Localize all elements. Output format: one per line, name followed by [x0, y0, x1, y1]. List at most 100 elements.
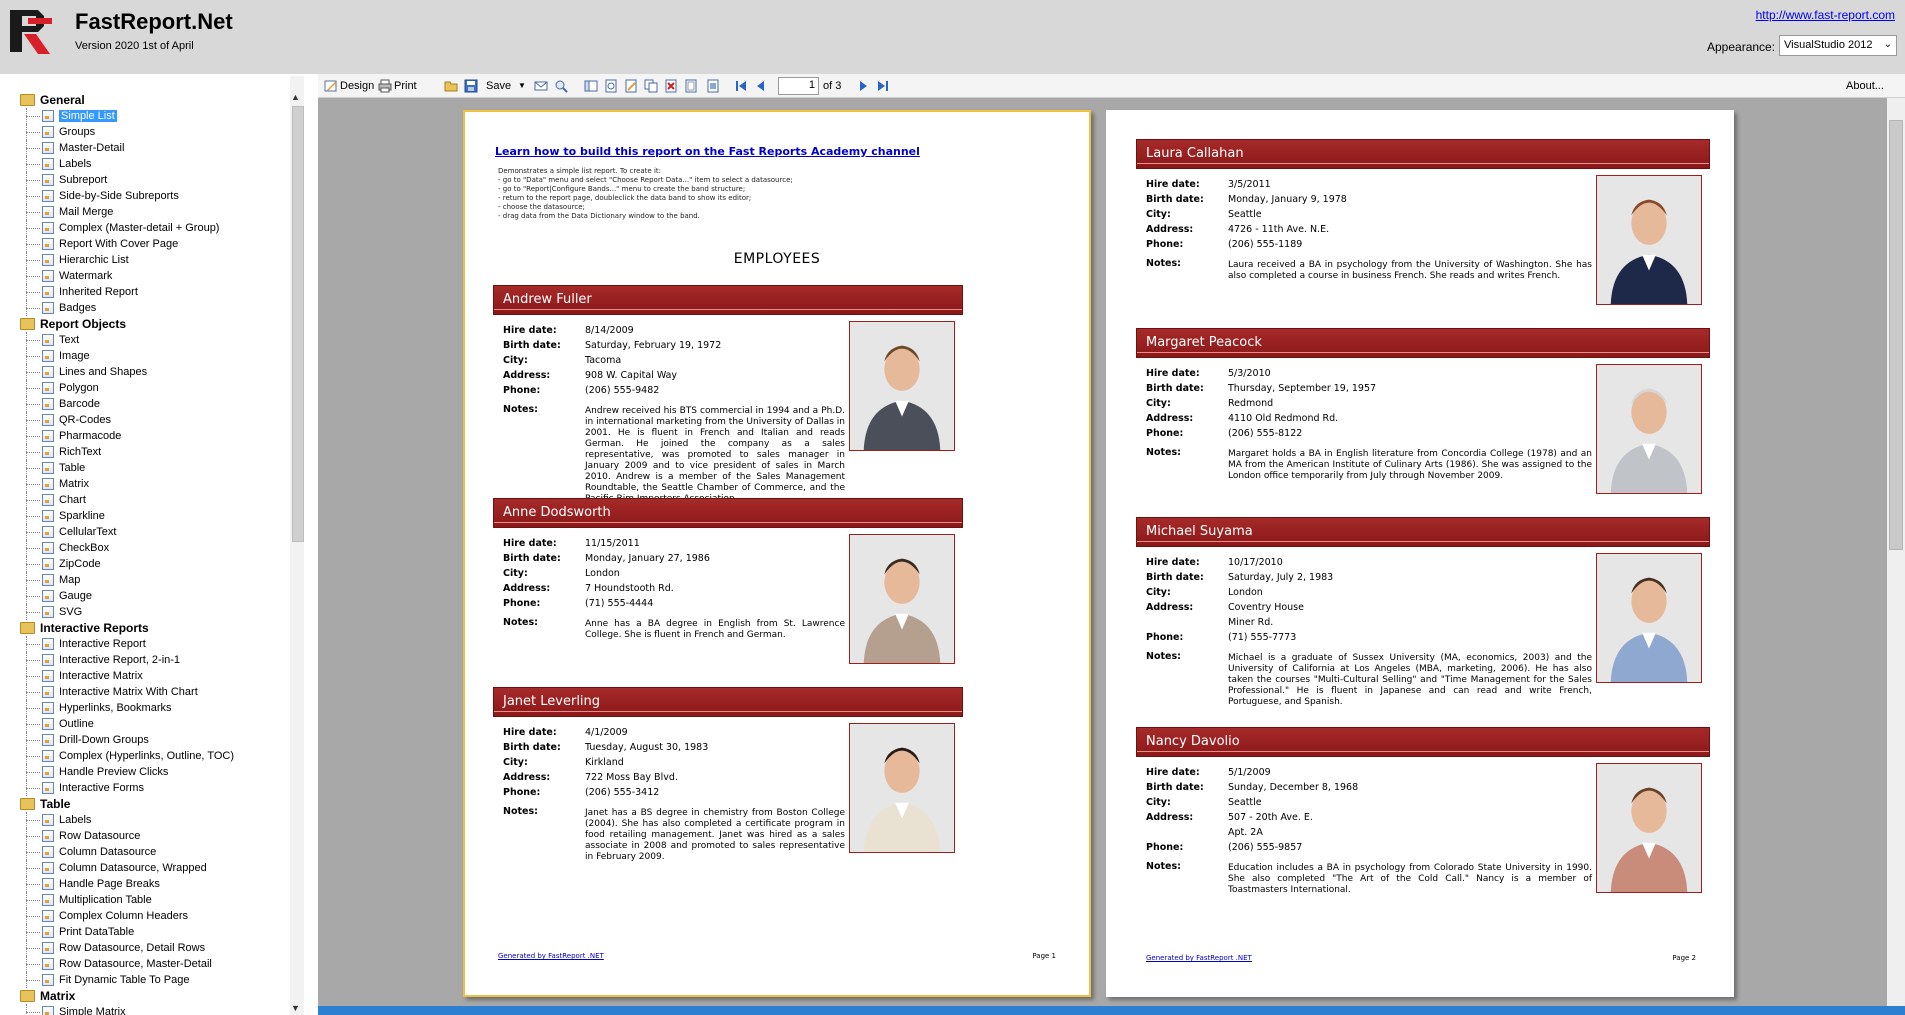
- tree-item[interactable]: Text: [20, 332, 290, 348]
- tree-item[interactable]: CellularText: [20, 524, 290, 540]
- employee-notes: Andrew received his BTS commercial in 19…: [585, 406, 845, 504]
- tree-item[interactable]: Interactive Matrix With Chart: [20, 684, 290, 700]
- academy-link[interactable]: Learn how to build this report on the Fa…: [495, 145, 920, 158]
- field-value: London: [1228, 587, 1263, 598]
- tree-item[interactable]: Report With Cover Page: [20, 236, 290, 252]
- tree-group[interactable]: Report Objects: [20, 316, 290, 332]
- save-dropdown-icon[interactable]: ▼: [518, 78, 526, 94]
- tree-item[interactable]: Fit Dynamic Table To Page: [20, 972, 290, 988]
- tree-item[interactable]: Hyperlinks, Bookmarks: [20, 700, 290, 716]
- report-page-2[interactable]: Generated by FastReport .NET Page 2 Laur…: [1106, 110, 1734, 997]
- previous-page-icon[interactable]: [754, 79, 768, 93]
- delete-page-icon[interactable]: [664, 79, 678, 93]
- tree-item[interactable]: Handle Page Breaks: [20, 876, 290, 892]
- tree-item[interactable]: SVG: [20, 604, 290, 620]
- tree-item[interactable]: Lines and Shapes: [20, 364, 290, 380]
- tree-item[interactable]: Labels: [20, 812, 290, 828]
- field-value: (206) 555-9482: [585, 385, 660, 396]
- page-setup-icon[interactable]: [684, 79, 698, 93]
- generated-by-link[interactable]: Generated by FastReport .NET: [1146, 954, 1252, 962]
- chevron-down-icon: ⌄: [1883, 39, 1892, 50]
- tree-item[interactable]: Interactive Report, 2-in-1: [20, 652, 290, 668]
- report-file-icon: [42, 926, 54, 938]
- tree-item[interactable]: QR-Codes: [20, 412, 290, 428]
- tree-item[interactable]: Barcode: [20, 396, 290, 412]
- tree-item[interactable]: Pharmacode: [20, 428, 290, 444]
- tree-item[interactable]: Row Datasource, Detail Rows: [20, 940, 290, 956]
- scroll-down-icon[interactable]: ▼: [291, 1003, 300, 1013]
- tree-item[interactable]: Subreport: [20, 172, 290, 188]
- tree-item[interactable]: Complex (Master-detail + Group): [20, 220, 290, 236]
- tree-item[interactable]: Print DataTable: [20, 924, 290, 940]
- watermark-icon[interactable]: [706, 79, 720, 93]
- report-file-icon: [42, 718, 54, 730]
- tree-item[interactable]: Polygon: [20, 380, 290, 396]
- first-page-icon[interactable]: [734, 79, 748, 93]
- tree-item[interactable]: Matrix: [20, 476, 290, 492]
- zoom-icon[interactable]: [604, 79, 618, 93]
- tree-group[interactable]: General: [20, 92, 290, 108]
- description-line: - go to "Data" menu and select "Choose R…: [498, 176, 793, 184]
- tree-item[interactable]: Image: [20, 348, 290, 364]
- tree-item[interactable]: Column Datasource, Wrapped: [20, 860, 290, 876]
- last-page-icon[interactable]: [876, 79, 890, 93]
- tree-item[interactable]: Mail Merge: [20, 204, 290, 220]
- tree-item[interactable]: ZipCode: [20, 556, 290, 572]
- generated-by-link[interactable]: Generated by FastReport .NET: [498, 952, 604, 960]
- tree-item[interactable]: Complex Column Headers: [20, 908, 290, 924]
- edit-page-icon[interactable]: [624, 79, 638, 93]
- next-page-icon[interactable]: [856, 79, 870, 93]
- page-number-input[interactable]: 1: [778, 77, 819, 95]
- appearance-select[interactable]: VisualStudio 2012 ⌄: [1779, 35, 1897, 56]
- tree-item[interactable]: Row Datasource: [20, 828, 290, 844]
- field-label: Hire date:: [1146, 179, 1200, 190]
- report-page-1[interactable]: Learn how to build this report on the Fa…: [463, 110, 1091, 997]
- website-link[interactable]: http://www.fast-report.com: [1756, 8, 1895, 22]
- tree-group[interactable]: Interactive Reports: [20, 620, 290, 636]
- tree-item[interactable]: CheckBox: [20, 540, 290, 556]
- email-icon[interactable]: [534, 79, 548, 93]
- find-icon[interactable]: [554, 79, 568, 93]
- tree-item[interactable]: Row Datasource, Master-Detail: [20, 956, 290, 972]
- employee-notes: Michael is a graduate of Sussex Universi…: [1228, 653, 1592, 707]
- tree-item-label: Sparkline: [59, 510, 105, 522]
- tree-item[interactable]: Handle Preview Clicks: [20, 764, 290, 780]
- save-button[interactable]: Save: [486, 78, 511, 94]
- tree-item[interactable]: Interactive Matrix: [20, 668, 290, 684]
- tree-item[interactable]: Simple List: [20, 108, 290, 124]
- open-folder-icon[interactable]: [444, 79, 458, 93]
- tree-item[interactable]: Sparkline: [20, 508, 290, 524]
- tree-item[interactable]: Badges: [20, 300, 290, 316]
- tree-item[interactable]: Labels: [20, 156, 290, 172]
- tree-item[interactable]: Master-Detail: [20, 140, 290, 156]
- tree-item[interactable]: Column Datasource: [20, 844, 290, 860]
- tree-group[interactable]: Table: [20, 796, 290, 812]
- tree-item[interactable]: RichText: [20, 444, 290, 460]
- tree-item[interactable]: Inherited Report: [20, 284, 290, 300]
- tree-item[interactable]: Drill-Down Groups: [20, 732, 290, 748]
- tree-item[interactable]: Multiplication Table: [20, 892, 290, 908]
- outline-icon[interactable]: [584, 79, 598, 93]
- tree-item[interactable]: Outline: [20, 716, 290, 732]
- design-button[interactable]: Design: [340, 78, 374, 94]
- print-button[interactable]: Print: [394, 78, 417, 94]
- tree-item[interactable]: Table: [20, 460, 290, 476]
- tree-item[interactable]: Watermark: [20, 268, 290, 284]
- tree-item[interactable]: Interactive Report: [20, 636, 290, 652]
- tree-group[interactable]: Matrix: [20, 988, 290, 1004]
- tree-item[interactable]: Complex (Hyperlinks, Outline, TOC): [20, 748, 290, 764]
- tree-item[interactable]: Interactive Forms: [20, 780, 290, 796]
- sidebar-scroll-thumb[interactable]: [292, 106, 304, 542]
- about-button[interactable]: About...: [1846, 78, 1884, 94]
- tree-item[interactable]: Chart: [20, 492, 290, 508]
- preview-scroll-thumb[interactable]: [1889, 120, 1903, 550]
- tree-item[interactable]: Groups: [20, 124, 290, 140]
- scroll-up-icon[interactable]: ▲: [291, 92, 300, 102]
- tree-item[interactable]: Map: [20, 572, 290, 588]
- tree-item[interactable]: Side-by-Side Subreports: [20, 188, 290, 204]
- field-label: Phone:: [503, 598, 541, 609]
- copy-page-icon[interactable]: [644, 79, 658, 93]
- tree-item[interactable]: Simple Matrix: [20, 1004, 290, 1015]
- tree-item[interactable]: Gauge: [20, 588, 290, 604]
- tree-item[interactable]: Hierarchic List: [20, 252, 290, 268]
